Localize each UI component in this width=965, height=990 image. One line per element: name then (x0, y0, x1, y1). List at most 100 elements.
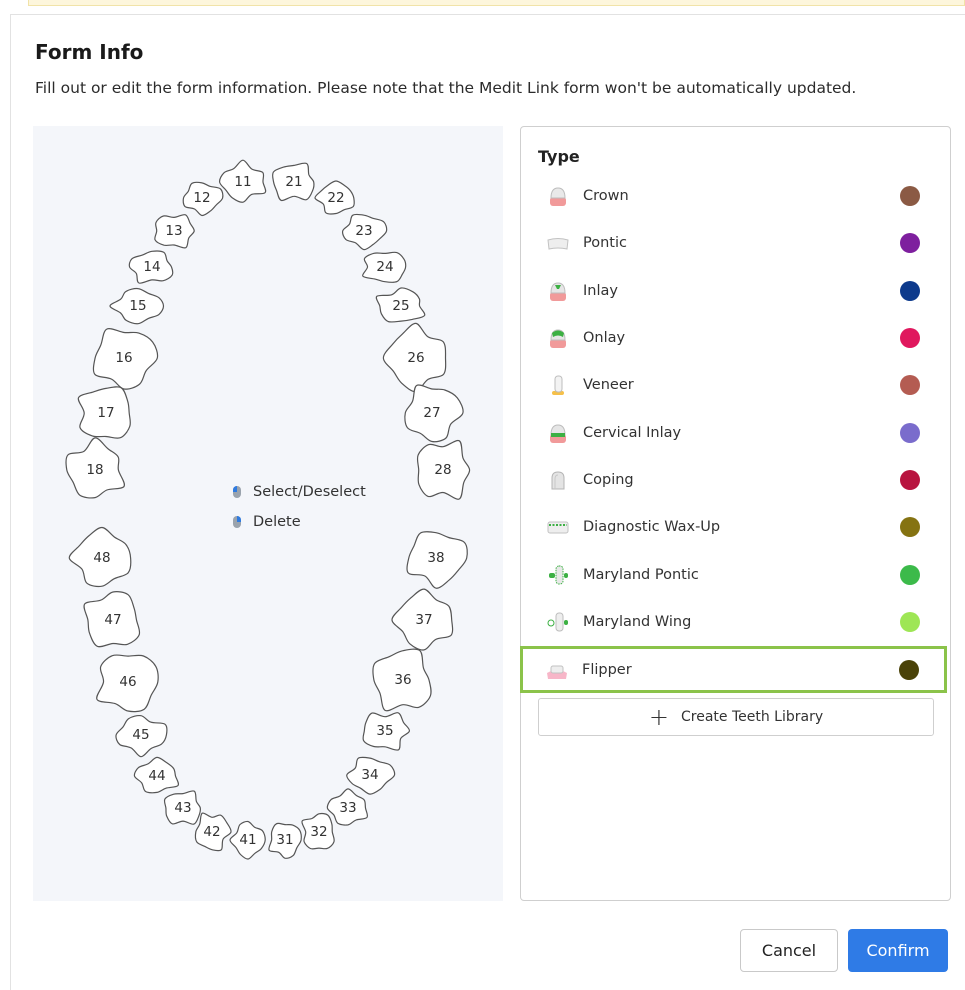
tooth-32[interactable]: 32 (301, 812, 335, 850)
tooth-35[interactable]: 35 (362, 712, 411, 751)
tooth-26[interactable]: 26 (382, 322, 447, 393)
tooth-38[interactable]: 38 (406, 531, 468, 589)
tooth-25[interactable]: 25 (375, 287, 426, 323)
tooth-22[interactable]: 22 (314, 180, 355, 215)
tooth-36[interactable]: 36 (372, 648, 432, 712)
cancel-button[interactable]: Cancel (740, 929, 838, 972)
create-teeth-library-button[interactable]: + Create Teeth Library (538, 698, 934, 736)
tooth-number: 33 (339, 800, 356, 816)
type-color-dot (900, 327, 920, 348)
tooth-number: 47 (104, 612, 121, 628)
tooth-13[interactable]: 13 (154, 214, 195, 249)
tooth-number: 21 (285, 174, 302, 190)
tooth-15[interactable]: 15 (109, 287, 165, 325)
tooth-46[interactable]: 46 (96, 654, 159, 713)
tooth-number: 41 (239, 832, 256, 848)
tooth-number: 31 (276, 832, 293, 848)
tooth-48[interactable]: 48 (68, 526, 132, 588)
tooth-47[interactable]: 47 (83, 591, 141, 648)
tooth-34[interactable]: 34 (346, 756, 396, 795)
tooth-number: 38 (427, 550, 444, 566)
tooth-number: 11 (234, 174, 251, 190)
type-color-dot (900, 185, 920, 206)
type-color-dot (899, 659, 919, 680)
maryland-wing-icon (547, 612, 568, 631)
tooth-number: 46 (119, 674, 136, 690)
delete-legend: Delete (233, 514, 301, 530)
type-item-inlay[interactable]: Inlay (521, 267, 950, 314)
flipper-icon (547, 665, 567, 679)
type-item-label: Maryland Wing (583, 613, 692, 630)
type-item-coping[interactable]: Coping (521, 456, 950, 503)
type-item-label: Pontic (583, 234, 627, 251)
type-item-label: Crown (583, 187, 629, 204)
tooth-27[interactable]: 27 (404, 384, 464, 443)
type-color-dot (900, 516, 920, 537)
type-item-cervical-inlay[interactable]: Cervical Inlay (521, 409, 950, 456)
confirm-button[interactable]: Confirm (848, 929, 948, 972)
tooth-number: 44 (148, 768, 165, 784)
coping-icon (551, 470, 565, 489)
type-color-dot (900, 564, 920, 585)
type-item-maryland-pontic[interactable]: Maryland Pontic (521, 551, 950, 598)
type-item-label: Coping (583, 471, 634, 488)
tooth-number: 24 (376, 259, 393, 275)
tooth-number: 22 (327, 190, 344, 206)
tooth-31[interactable]: 31 (268, 822, 302, 859)
tooth-number: 16 (115, 350, 132, 366)
type-color-dot (900, 611, 920, 632)
tooth-number: 18 (86, 462, 103, 478)
tooth-chart-panel: 11 21 12 22 13 23 14 24 15 25 16 26 17 27 18 28 48 38 47 37… (33, 126, 503, 901)
type-item-maryland-wing[interactable]: Maryland Wing (521, 598, 950, 645)
tooth-37[interactable]: 37 (391, 588, 454, 651)
type-item-label: Diagnostic Wax-Up (583, 518, 721, 535)
crown-icon (550, 186, 566, 206)
pontic-icon (547, 237, 569, 250)
tooth-28[interactable]: 28 (416, 439, 471, 500)
inlay-icon (550, 281, 566, 301)
type-color-dot (900, 280, 920, 301)
type-item-label: Onlay (583, 329, 626, 346)
type-panel: Type Crown Pontic Inlay Onlay Veneer Cer… (520, 126, 951, 901)
tooth-18[interactable]: 18 (65, 437, 126, 499)
tooth-number: 15 (129, 298, 146, 314)
notice-banner (28, 0, 965, 6)
tooth-42[interactable]: 42 (194, 812, 232, 852)
maryland-pontic-icon (549, 565, 568, 584)
type-item-onlay[interactable]: Onlay (521, 314, 950, 361)
tooth-12[interactable]: 12 (182, 181, 224, 217)
tooth-number: 26 (407, 350, 424, 366)
tooth-41[interactable]: 41 (229, 820, 266, 860)
delete-legend-label: Delete (253, 514, 301, 530)
tooth-number: 28 (434, 462, 451, 478)
type-item-label: Veneer (583, 376, 634, 393)
tooth-16[interactable]: 16 (92, 328, 159, 390)
tooth-17[interactable]: 17 (77, 386, 131, 439)
type-item-flipper[interactable]: Flipper (520, 646, 947, 693)
tooth-23[interactable]: 23 (341, 213, 388, 251)
type-item-veneer[interactable]: Veneer (521, 361, 950, 408)
tooth-44[interactable]: 44 (133, 756, 179, 794)
select-legend-label: Select/Deselect (253, 484, 366, 500)
tooth-33[interactable]: 33 (326, 788, 369, 826)
type-item-diagnostic-wax-up[interactable]: Diagnostic Wax-Up (521, 503, 950, 550)
type-color-dot (900, 232, 920, 253)
tooth-number: 32 (310, 824, 327, 840)
tooth-number: 45 (132, 727, 149, 743)
tooth-11[interactable]: 11 (218, 159, 267, 203)
tooth-number: 12 (193, 190, 210, 206)
type-item-pontic[interactable]: Pontic (521, 219, 950, 266)
type-panel-title: Type (538, 147, 580, 166)
tooth-45[interactable]: 45 (115, 714, 168, 758)
select-legend: Select/Deselect (233, 484, 366, 500)
dialog-subtitle: Fill out or edit the form information. P… (35, 79, 857, 97)
tooth-number: 34 (361, 767, 378, 783)
tooth-43[interactable]: 43 (163, 790, 201, 825)
type-item-crown[interactable]: Crown (521, 172, 950, 219)
type-color-dot (900, 469, 920, 490)
tooth-21[interactable]: 21 (271, 162, 315, 202)
create-teeth-library-label: Create Teeth Library (680, 709, 824, 725)
tooth-24[interactable]: 24 (362, 251, 407, 283)
tooth-number: 36 (394, 672, 411, 688)
tooth-14[interactable]: 14 (128, 250, 174, 284)
